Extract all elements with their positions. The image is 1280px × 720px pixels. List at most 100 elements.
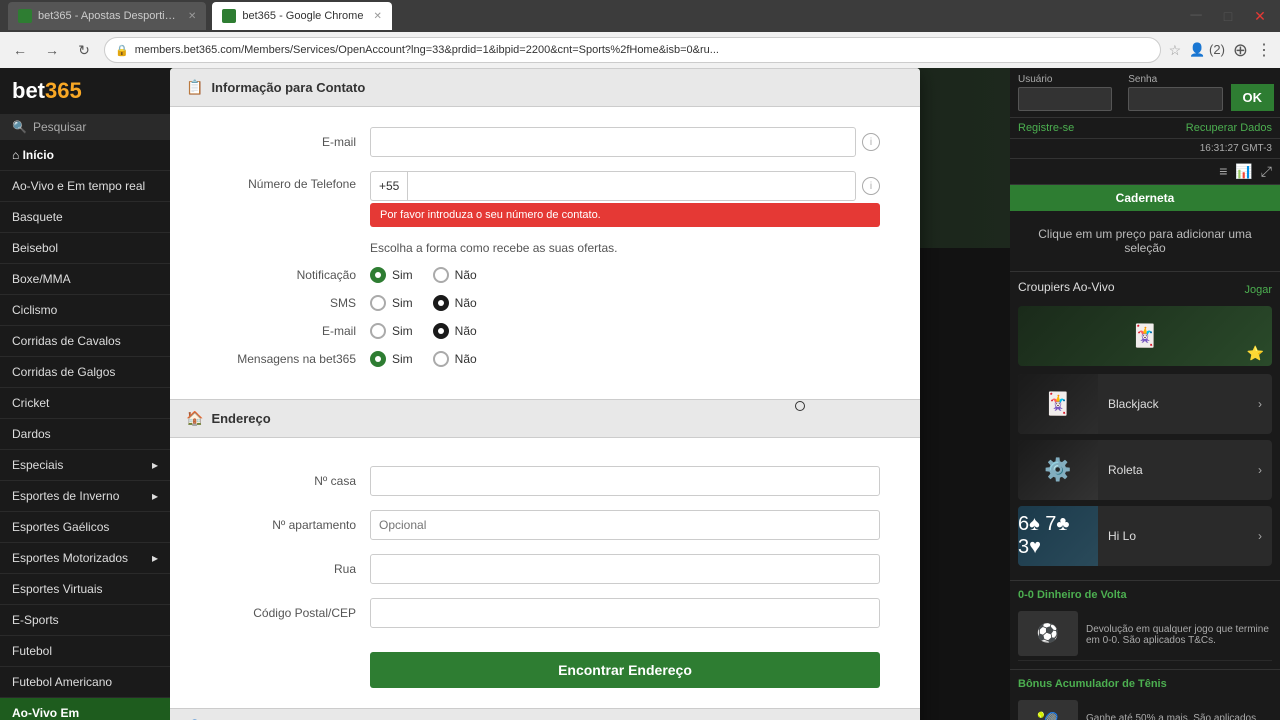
email-sim-option[interactable]: Sim <box>370 323 413 339</box>
search-bar[interactable]: 🔍 Pesquisar <box>0 114 170 140</box>
messages-sim-radio[interactable] <box>370 351 386 367</box>
profile-icon[interactable]: ⊕ <box>1233 40 1248 61</box>
tab2-close[interactable]: ✕ <box>373 11 381 22</box>
notification-sim-radio[interactable] <box>370 267 386 283</box>
hilo-card[interactable]: 6♠ 7♣ 3♥ Hi Lo › <box>1018 506 1272 566</box>
maximize-button[interactable]: □ <box>1216 4 1240 28</box>
sidebar-item-cavalos[interactable]: Corridas de Cavalos <box>0 326 170 357</box>
back-button[interactable]: ← <box>8 38 32 62</box>
sidebar-item-esports[interactable]: E-Sports <box>0 605 170 636</box>
notification-nao-radio[interactable] <box>433 267 449 283</box>
notification-sim-option[interactable]: Sim <box>370 267 413 283</box>
apartment-label: Nº apartamento <box>210 518 370 532</box>
email-nao-option[interactable]: Não <box>433 323 477 339</box>
sidebar-item-motorizados[interactable]: Esportes Motorizados ▸ <box>0 543 170 574</box>
jogar-link[interactable]: Jogar <box>1244 284 1272 296</box>
email-pref-label: E-mail <box>210 324 370 338</box>
bonus-text: Ganhe até 50% a mais. São aplicados T&Cs… <box>1086 711 1272 720</box>
roleta-card[interactable]: ⚙️ Roleta › <box>1018 440 1272 500</box>
especiais-arrow: ▸ <box>152 458 158 472</box>
sidebar-item-ciclismo[interactable]: Ciclismo <box>0 295 170 326</box>
sms-nao-option[interactable]: Não <box>433 295 477 311</box>
minimize-button[interactable]: ─ <box>1184 4 1208 28</box>
tab1-favicon <box>18 9 32 23</box>
main-layout: bet365 🔍 Pesquisar ⌂ Início Ao-Vivo e Em… <box>0 68 1280 720</box>
modal-body: E-mail i Número de Telefone +55 <box>170 107 920 399</box>
address-bar[interactable]: 🔒 members.bet365.com/Members/Services/Op… <box>104 37 1161 63</box>
sidebar-item-inverno[interactable]: Esportes de Inverno ▸ <box>0 481 170 512</box>
bookmark-icon[interactable]: ☆ <box>1169 42 1182 59</box>
reload-button[interactable]: ↻ <box>72 38 96 62</box>
sms-label: SMS <box>210 296 370 310</box>
tab2-favicon <box>222 9 236 23</box>
caderneta-tab[interactable]: Caderneta <box>1010 185 1280 211</box>
forward-button[interactable]: → <box>40 38 64 62</box>
usuario-input[interactable] <box>1018 87 1112 111</box>
phone-number-input[interactable] <box>407 171 856 201</box>
sidebar-item-especiais[interactable]: Especiais ▸ <box>0 450 170 481</box>
hilo-info: Hi Lo › <box>1098 506 1272 566</box>
sidebar-item-beisebol[interactable]: Beisebol <box>0 233 170 264</box>
messages-sim-option[interactable]: Sim <box>370 351 413 367</box>
tab1-close[interactable]: ✕ <box>188 11 196 22</box>
tab-bar: bet365 - Apostas Desportivas O... ✕ bet3… <box>0 0 1280 32</box>
motorizados-label: Esportes Motorizados <box>12 551 128 565</box>
email-nao-radio[interactable] <box>433 323 449 339</box>
find-address-button[interactable]: Encontrar Endereço <box>370 652 880 688</box>
sidebar-item-virtuais[interactable]: Esportes Virtuais <box>0 574 170 605</box>
find-address-wrapper: Encontrar Endereço <box>370 642 880 688</box>
sidebar-item-galgos[interactable]: Corridas de Galgos <box>0 357 170 388</box>
create-login-header: 👤 Criar Login <box>170 708 920 720</box>
phone-error-message: Por favor introduza o seu número de cont… <box>370 203 880 227</box>
sidebar-item-futebol-americano[interactable]: Futebol Americano <box>0 667 170 698</box>
close-button[interactable]: ✕ <box>1248 4 1272 28</box>
apartment-input[interactable] <box>370 510 880 540</box>
sms-sim-option[interactable]: Sim <box>370 295 413 311</box>
phone-row: Número de Telefone +55 i Por favor intro… <box>210 171 880 227</box>
logo[interactable]: bet365 <box>0 68 170 114</box>
tab-2[interactable]: bet365 - Google Chrome ✕ <box>212 2 391 30</box>
email-input[interactable] <box>370 127 856 157</box>
blackjack-arrow: › <box>1258 397 1262 411</box>
sidebar-item-aovivo[interactable]: Ao-Vivo e Em tempo real <box>0 171 170 202</box>
notification-nao-option[interactable]: Não <box>433 267 477 283</box>
sms-nao-radio[interactable] <box>433 295 449 311</box>
sidebar-item-cricket[interactable]: Cricket <box>0 388 170 419</box>
expand-icon[interactable]: ⤢ <box>1261 163 1272 180</box>
sidebar-item-gaelicos[interactable]: Esportes Gaélicos <box>0 512 170 543</box>
sidebar-item-basquete[interactable]: Basquete <box>0 202 170 233</box>
senha-input[interactable] <box>1128 87 1222 111</box>
email-sim-radio[interactable] <box>370 323 386 339</box>
tab-1[interactable]: bet365 - Apostas Desportivas O... ✕ <box>8 2 206 30</box>
messages-nao-option[interactable]: Não <box>433 351 477 367</box>
bonus-desc: Ganhe até 50% a mais. São aplicados T&Cs… <box>1086 713 1272 720</box>
ok-button[interactable]: OK <box>1231 84 1275 111</box>
motorizados-arrow: ▸ <box>152 551 158 565</box>
modal-wrapper: 📋 Informação para Contato E-mail i <box>170 68 1010 720</box>
sidebar-item-dardos[interactable]: Dardos <box>0 419 170 450</box>
menu-icon[interactable]: ⋮ <box>1256 40 1272 60</box>
sidebar-item-boxe[interactable]: Boxe/MMA <box>0 264 170 295</box>
phone-info-icon[interactable]: i <box>862 177 880 195</box>
notification-label: Notificação <box>210 268 370 282</box>
blackjack-name: Blackjack <box>1108 397 1159 411</box>
extensions-icon[interactable]: 👤 (2) <box>1189 42 1225 58</box>
house-number-row: Nº casa <box>210 466 880 496</box>
sidebar-item-futebol[interactable]: Futebol <box>0 636 170 667</box>
house-number-input[interactable] <box>370 466 880 496</box>
sms-sim-radio[interactable] <box>370 295 386 311</box>
inicio-label: Início <box>23 148 54 162</box>
sidebar-item-inicio[interactable]: ⌂ Início <box>0 140 170 171</box>
list-view-icon[interactable]: ≡ <box>1219 163 1227 180</box>
street-row: Rua <box>210 554 880 584</box>
sms-nao-label: Não <box>455 296 477 310</box>
street-input[interactable] <box>370 554 880 584</box>
email-info-icon[interactable]: i <box>862 133 880 151</box>
messages-nao-radio[interactable] <box>433 351 449 367</box>
cashback-title: 0-0 Dinheiro de Volta <box>1018 589 1272 601</box>
registre-se-link[interactable]: Registre-se <box>1018 122 1074 134</box>
postal-input[interactable] <box>370 598 880 628</box>
recuperar-dados-link[interactable]: Recuperar Dados <box>1186 122 1272 134</box>
chart-view-icon[interactable]: 📊 <box>1235 163 1252 180</box>
blackjack-card[interactable]: 🃏 Blackjack › <box>1018 374 1272 434</box>
